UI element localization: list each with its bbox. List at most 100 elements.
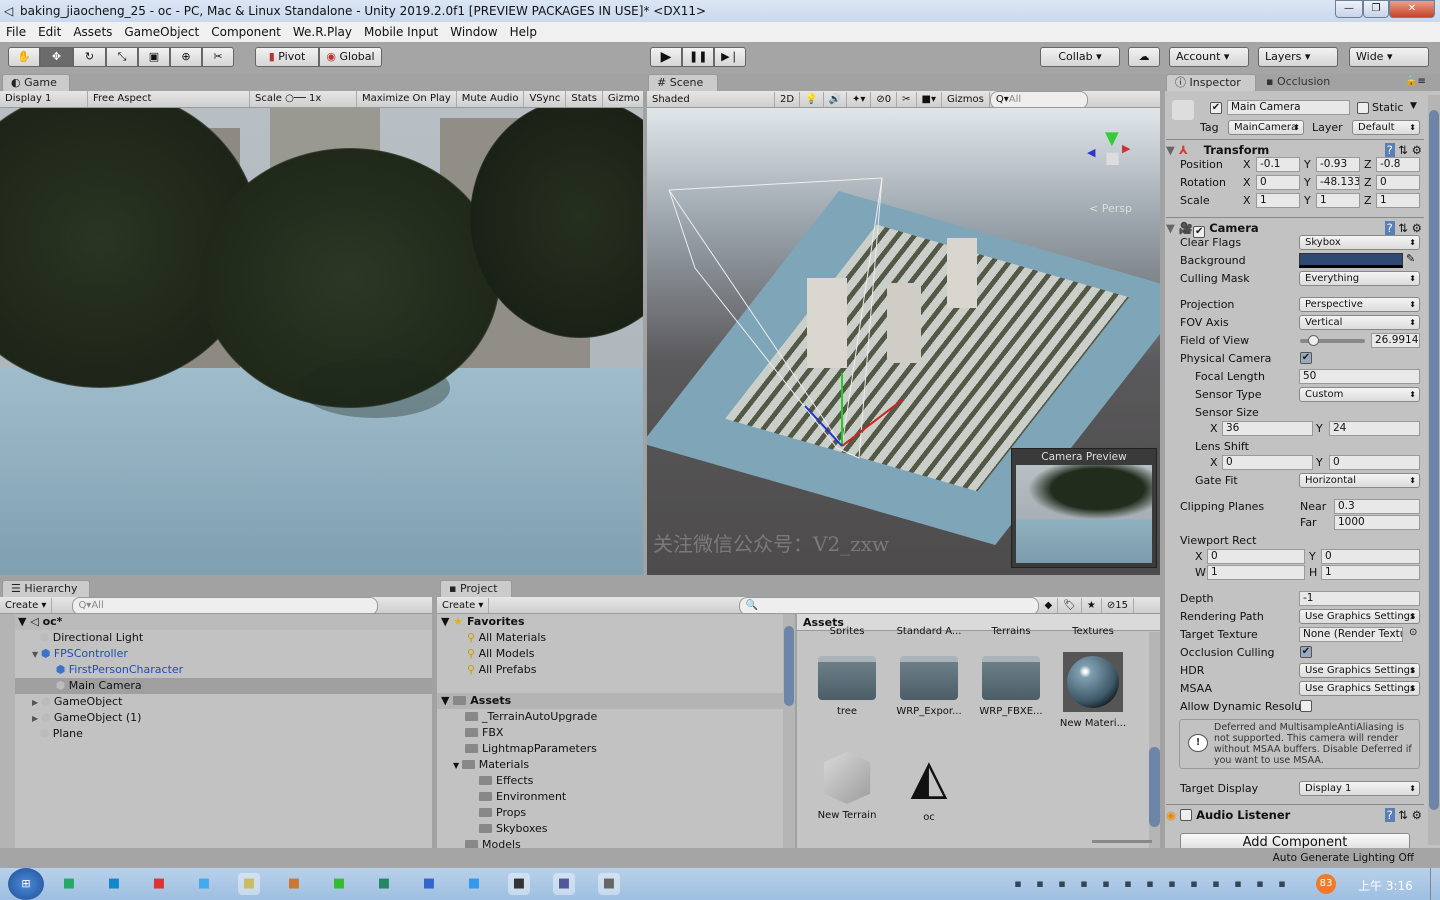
projection-dropdown[interactable]: Perspective: [1299, 297, 1420, 312]
dvd-taskbar-icon[interactable]: ■: [328, 873, 350, 895]
focal-length-input[interactable]: 50: [1299, 369, 1420, 384]
tab-scene[interactable]: # Scene: [648, 74, 718, 91]
gizmos-dropdown[interactable]: Gizmos: [942, 92, 990, 107]
menu-component[interactable]: Component: [211, 25, 281, 39]
asset-label-cut[interactable]: Textures: [1053, 626, 1133, 634]
project-folder[interactable]: ▼ Materials: [453, 757, 529, 773]
viewport-h-input[interactable]: 1: [1321, 565, 1420, 580]
project-tree-scrollbar[interactable]: [783, 614, 795, 848]
scene-view[interactable]: ▼ ◀ ▶ ■ < Persp 关注微信公众号：V2_zxw Camera Previ…: [647, 108, 1160, 575]
maximize-button[interactable]: ❐: [1363, 0, 1389, 18]
target-texture-field[interactable]: None (Render Texture): [1299, 627, 1403, 642]
tray-icon[interactable]: ▪: [1208, 873, 1224, 895]
fov-axis-dropdown[interactable]: Vertical: [1299, 315, 1420, 330]
hierarchy-item[interactable]: ⬢ Main Camera: [0, 678, 432, 694]
scale-y[interactable]: 1: [1316, 193, 1360, 208]
fov-slider[interactable]: [1300, 335, 1365, 346]
asset-item[interactable]: tree: [807, 652, 887, 717]
tray-icon[interactable]: ▪: [1142, 873, 1158, 895]
lighting-icon[interactable]: 💡: [800, 92, 824, 107]
scale-slider[interactable]: Scale ○── 1x: [250, 91, 357, 107]
lighting-status[interactable]: Auto Generate Lighting Off: [1273, 852, 1414, 864]
icon-size-slider[interactable]: [1092, 840, 1152, 843]
tray-icon[interactable]: ▪: [1186, 873, 1202, 895]
lens-shift-x-input[interactable]: 0: [1222, 455, 1313, 470]
position-z[interactable]: -0.8: [1376, 157, 1420, 172]
system-clock[interactable]: 上午 3:16: [1358, 877, 1413, 894]
hierarchy-item[interactable]: ⬢ FirstPersonCharacter: [0, 662, 432, 678]
dynamic-resolution-checkbox[interactable]: [1300, 700, 1312, 712]
account-dropdown[interactable]: Account ▾: [1169, 47, 1249, 67]
expand-arrow-icon[interactable]: [48, 666, 56, 675]
menu-mobile-input[interactable]: Mobile Input: [364, 25, 438, 39]
tab-inspector[interactable]: ⓘ Inspector: [1166, 74, 1256, 91]
pause-button[interactable]: ❚❚: [682, 47, 714, 67]
position-y[interactable]: -0.93: [1316, 157, 1360, 172]
vm-taskbar-icon[interactable]: ■: [553, 873, 575, 895]
filter-label-icon[interactable]: 🏷: [1058, 598, 1082, 613]
camera-header[interactable]: ▼ 🎥 ✔ Camera? ⇅ ⚙: [1166, 217, 1424, 238]
rotation-x[interactable]: 0: [1256, 175, 1300, 190]
global-toggle[interactable]: ◉ Global: [319, 47, 382, 67]
favorite-icon[interactable]: ★: [1082, 598, 1102, 613]
hierarchy-search-input[interactable]: Q▾All: [72, 597, 379, 613]
asset-label-cut[interactable]: Terrains: [971, 626, 1051, 634]
project-folder[interactable]: Effects: [479, 773, 533, 789]
hierarchy-item[interactable]: ▶ ⬢ GameObject (1): [0, 710, 432, 726]
rendering-path-dropdown[interactable]: Use Graphics Settings: [1299, 609, 1420, 624]
gizmos-toggle[interactable]: Gizmo: [603, 91, 643, 107]
project-search-input[interactable]: 🔍: [739, 597, 1040, 613]
hand-tool-icon[interactable]: ✋: [8, 47, 40, 67]
project-folder[interactable]: FBX: [465, 725, 503, 741]
tab-project[interactable]: ▪ Project: [440, 580, 512, 597]
position-x[interactable]: -0.1: [1256, 157, 1300, 172]
tray-icon[interactable]: ▪: [1252, 873, 1268, 895]
menu-edit[interactable]: Edit: [38, 25, 61, 39]
project-folder[interactable]: LightmapParameters: [465, 741, 597, 757]
culling-mask-dropdown[interactable]: Everything: [1299, 271, 1420, 286]
project-folder[interactable]: Props: [479, 805, 526, 821]
app3-taskbar-icon[interactable]: ■: [418, 873, 440, 895]
battery-badge[interactable]: 83: [1316, 874, 1336, 894]
tray-icon[interactable]: ▪: [1076, 873, 1092, 895]
asset-item[interactable]: New Terrain: [807, 748, 887, 821]
layers-dropdown[interactable]: Layers ▾: [1258, 47, 1338, 67]
tag-dropdown[interactable]: MainCamera: [1228, 120, 1304, 135]
hierarchy-item[interactable]: ⬢ Plane: [0, 726, 432, 742]
viewport-w-input[interactable]: 1: [1207, 565, 1305, 580]
hidden-packages-toggle[interactable]: ⊘15: [1102, 598, 1134, 613]
asset-item[interactable]: ◭ oc: [889, 748, 969, 823]
depth-input[interactable]: -1: [1299, 591, 1420, 606]
mute-audio-toggle[interactable]: Mute Audio: [457, 91, 525, 107]
tray-icon[interactable]: ▪: [1054, 873, 1070, 895]
asset-item[interactable]: WRP_FBXE...: [971, 652, 1051, 717]
menu-werplay[interactable]: We.R.Play: [293, 25, 352, 39]
transform-tool-icon[interactable]: ⊕: [170, 47, 202, 67]
scale-x[interactable]: 1: [1256, 193, 1300, 208]
collab-button[interactable]: Collab ▾: [1040, 47, 1120, 67]
eyedropper-icon[interactable]: ✎: [1406, 252, 1415, 265]
hdr-dropdown[interactable]: Use Graphics Settings: [1299, 663, 1420, 678]
project-folder[interactable]: Environment: [479, 789, 566, 805]
asset-item[interactable]: New Materi...: [1053, 652, 1133, 729]
custom-tool-icon[interactable]: ✂: [202, 47, 234, 67]
tray-icon[interactable]: ▪: [1032, 873, 1048, 895]
maximize-on-play-toggle[interactable]: Maximize On Play: [357, 91, 457, 107]
far-input[interactable]: 1000: [1334, 515, 1420, 530]
occlusion-culling-checkbox[interactable]: ✔: [1300, 646, 1312, 658]
app2-taskbar-icon[interactable]: ■: [373, 873, 395, 895]
aspect-dropdown[interactable]: Free Aspect: [88, 91, 250, 107]
viewport-x-input[interactable]: 0: [1207, 549, 1305, 564]
menu-assets[interactable]: Assets: [73, 25, 112, 39]
cloud-icon[interactable]: ☁: [1128, 47, 1160, 67]
sensor-y-input[interactable]: 24: [1329, 421, 1420, 436]
expand-arrow-icon[interactable]: [32, 730, 40, 739]
tray-icon[interactable]: ▪: [1274, 873, 1290, 895]
tab-game[interactable]: ◐ Game: [2, 74, 70, 91]
rotation-y[interactable]: -48.133: [1316, 175, 1360, 190]
pivot-toggle[interactable]: ▮ Pivot: [255, 47, 319, 67]
show-desktop-button[interactable]: [1430, 868, 1440, 900]
scale-z[interactable]: 1: [1376, 193, 1420, 208]
msaa-dropdown[interactable]: Use Graphics Settings: [1299, 681, 1420, 696]
asset-label-cut[interactable]: Standard A...: [889, 626, 969, 634]
